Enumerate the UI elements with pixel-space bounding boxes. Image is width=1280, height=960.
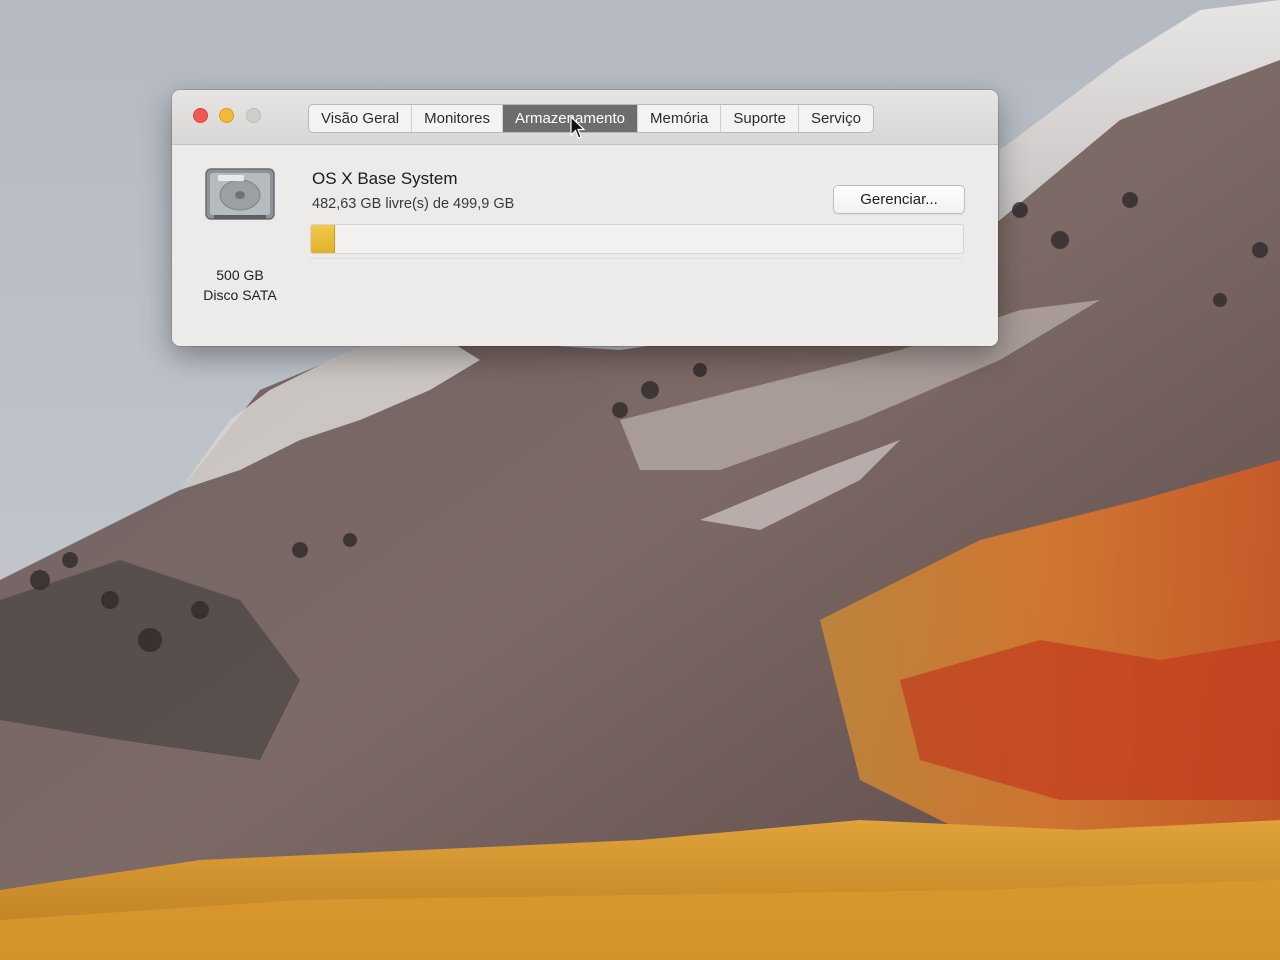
storage-pane: 500 GB Disco SATA OS X Base System 482,6…	[172, 145, 998, 346]
disk-size: 500 GB	[216, 267, 264, 283]
cursor-arrow-icon	[570, 116, 586, 139]
volume-free-space: 482,63 GB livre(s) de 499,9 GB	[312, 196, 515, 212]
window-titlebar: Visão Geral Monitores Armazenamento Memó…	[172, 90, 998, 145]
storage-usage-fill	[311, 225, 335, 253]
tab-service[interactable]: Serviço	[799, 105, 873, 132]
tab-bar: Visão Geral Monitores Armazenamento Memó…	[308, 104, 874, 133]
disk-caption: 500 GB Disco SATA	[190, 265, 290, 305]
divider	[310, 258, 962, 259]
disk-type: Disco SATA	[203, 287, 277, 303]
about-this-mac-window: Visão Geral Monitores Armazenamento Memó…	[172, 90, 998, 346]
volume-name: OS X Base System	[312, 169, 458, 188]
minimize-button[interactable]	[219, 108, 234, 123]
hard-drive-icon	[205, 168, 275, 220]
tab-memory[interactable]: Memória	[638, 105, 722, 132]
desktop: Visão Geral Monitores Armazenamento Memó…	[0, 0, 1280, 960]
manage-button[interactable]: Gerenciar...	[833, 185, 965, 214]
tab-overview[interactable]: Visão Geral	[309, 105, 413, 132]
zoom-button	[246, 108, 261, 123]
tab-support[interactable]: Suporte	[721, 105, 799, 132]
tab-displays[interactable]: Monitores	[412, 105, 503, 132]
storage-usage-bar	[310, 224, 964, 254]
close-button[interactable]	[193, 108, 208, 123]
